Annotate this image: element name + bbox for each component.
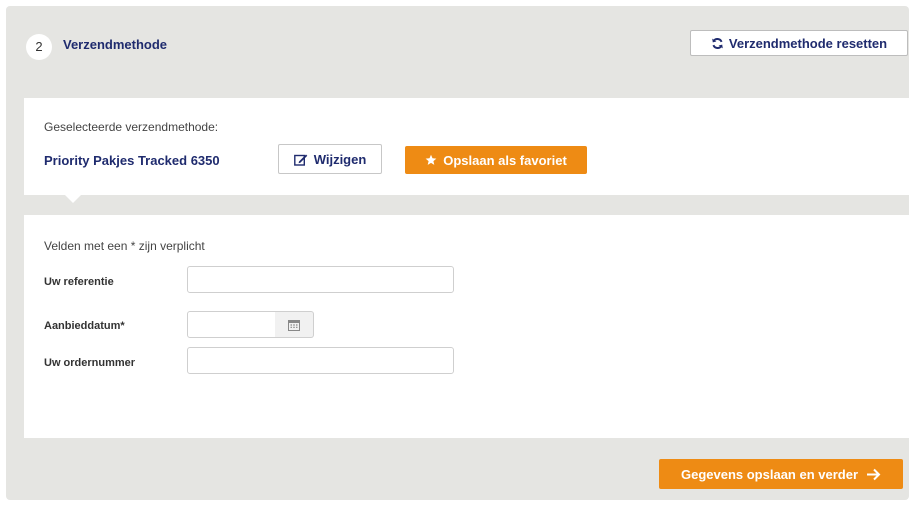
reset-shipping-method-button[interactable]: Verzendmethode resetten bbox=[690, 30, 908, 56]
save-as-favorite-button[interactable]: Opslaan als favoriet bbox=[405, 146, 587, 174]
selected-method-card: Geselecteerde verzendmethode: Priority P… bbox=[24, 98, 909, 203]
reference-label: Uw referentie bbox=[44, 276, 114, 288]
required-fields-note: Velden met een * zijn verplicht bbox=[44, 239, 205, 253]
favorite-button-label: Opslaan als favoriet bbox=[443, 152, 567, 168]
arrow-right-icon bbox=[866, 468, 881, 481]
edit-icon bbox=[293, 153, 308, 166]
step-title: Verzendmethode bbox=[63, 37, 168, 52]
date-picker-button[interactable] bbox=[275, 311, 314, 338]
offer-date-label: Aanbieddatum* bbox=[44, 320, 125, 332]
edit-method-button[interactable]: Wijzigen bbox=[278, 144, 382, 174]
edit-button-label: Wijzigen bbox=[313, 151, 367, 167]
refresh-icon bbox=[711, 37, 724, 50]
reference-input[interactable] bbox=[187, 266, 454, 293]
selected-method-value: Priority Pakjes Tracked 6350 bbox=[44, 153, 220, 168]
step-number-badge: 2 bbox=[26, 34, 52, 60]
star-icon bbox=[425, 154, 437, 166]
reset-button-label: Verzendmethode resetten bbox=[728, 35, 888, 51]
offer-date-input[interactable] bbox=[187, 311, 276, 338]
selected-method-label: Geselecteerde verzendmethode: bbox=[44, 120, 219, 134]
shipment-details-form: Velden met een * zijn verplicht Uw refer… bbox=[24, 215, 909, 438]
save-and-continue-label: Gegevens opslaan en verder bbox=[680, 466, 859, 482]
card-pointer-arrow bbox=[64, 194, 82, 203]
order-number-label: Uw ordernummer bbox=[44, 357, 136, 369]
calendar-icon bbox=[288, 319, 300, 331]
save-and-continue-button[interactable]: Gegevens opslaan en verder bbox=[659, 459, 903, 489]
order-number-input[interactable] bbox=[187, 347, 454, 374]
